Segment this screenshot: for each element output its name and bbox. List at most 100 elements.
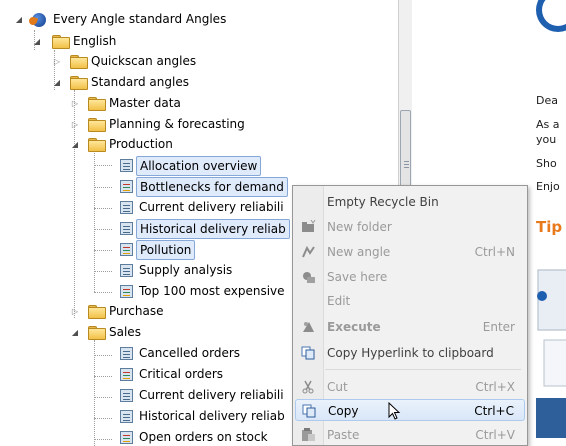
tree-leaf-angle[interactable]: Cancelled orders bbox=[0, 344, 300, 364]
menu-item-new-folder[interactable]: New folder bbox=[295, 216, 525, 238]
tree-leaf-angle[interactable]: Current delivery reliabili bbox=[0, 198, 300, 218]
folder-icon bbox=[70, 55, 88, 69]
tree-leaf-angle[interactable]: Allocation overview bbox=[0, 156, 300, 176]
folder-icon bbox=[88, 138, 106, 152]
folder-icon bbox=[52, 35, 70, 49]
welcome-text-line: you bbox=[536, 133, 557, 146]
angle-icon bbox=[120, 285, 133, 298]
menu-item-label: Save here bbox=[327, 270, 388, 284]
angle-icon bbox=[120, 389, 133, 402]
collapse-icon[interactable]: ◢ bbox=[70, 328, 80, 338]
expand-icon[interactable]: ▷ bbox=[52, 57, 62, 67]
tree-leaf-angle[interactable]: Historical delivery reliab bbox=[0, 219, 300, 239]
collapse-icon[interactable]: ◢ bbox=[70, 140, 80, 150]
tree-leaf-angle[interactable]: Top 100 most expensive bbox=[0, 282, 300, 302]
tree-leaf-angle[interactable]: Open orders on stock bbox=[0, 428, 300, 446]
menu-item-label: Cut bbox=[327, 380, 348, 394]
angle-icon bbox=[120, 201, 133, 214]
tree-leaf-label: Critical orders bbox=[139, 367, 224, 381]
angle-icon bbox=[120, 264, 133, 277]
folder-icon bbox=[70, 76, 88, 90]
menu-item-shortcut: Ctrl+X bbox=[475, 380, 515, 394]
menu-item-label: Copy Hyperlink to clipboard bbox=[327, 346, 494, 360]
tree-leaf-angle[interactable]: Supply analysis bbox=[0, 261, 300, 281]
welcome-text-line: Enjo bbox=[536, 180, 560, 193]
tree-node-label: Every Angle standard Angles bbox=[53, 12, 227, 26]
tree-leaf-angle[interactable]: Historical delivery reliab bbox=[0, 407, 300, 427]
menu-item-empty-recycle-bin[interactable]: Empty Recycle Bin bbox=[295, 191, 525, 213]
tree-node-label: Master data bbox=[109, 96, 181, 110]
expand-icon[interactable]: ▷ bbox=[70, 99, 80, 109]
tree-node-root[interactable]: ◢ Every Angle standard Angles bbox=[0, 10, 300, 30]
tree-node-planning[interactable]: ▷ Planning & forecasting bbox=[0, 115, 300, 135]
menu-item-shortcut: Ctrl+C bbox=[474, 404, 514, 418]
tree-leaf-angle[interactable]: Critical orders bbox=[0, 365, 300, 385]
execute-icon bbox=[303, 322, 314, 332]
expand-icon[interactable]: ▷ bbox=[70, 307, 80, 317]
folder-icon bbox=[88, 305, 106, 319]
content-panel: Dea As a you Sho Enjo Tip bbox=[532, 0, 566, 446]
tree-node-quickscan[interactable]: ▷ Quickscan angles bbox=[0, 52, 300, 72]
angle-icon bbox=[120, 159, 133, 172]
angle-icon bbox=[120, 222, 133, 235]
angle-icon bbox=[120, 347, 133, 360]
menu-item-edit[interactable]: Edit bbox=[295, 290, 525, 312]
menu-item-execute[interactable]: Execute Enter bbox=[295, 316, 525, 338]
tree-leaf-label: Cancelled orders bbox=[139, 346, 241, 360]
tree-leaf-label: Pollution bbox=[136, 240, 196, 260]
menu-item-copy-hyperlink[interactable]: Copy Hyperlink to clipboard bbox=[295, 342, 525, 364]
tree-leaf-label: Current delivery reliabili bbox=[139, 200, 284, 214]
tips-heading: Tip bbox=[536, 218, 563, 236]
tree-leaf-label: Historical delivery reliab bbox=[139, 409, 285, 423]
tree-leaf-angle[interactable]: Current delivery reliabili bbox=[0, 386, 300, 406]
menu-item-shortcut: Ctrl+V bbox=[475, 428, 515, 442]
welcome-text-line: Sho bbox=[536, 157, 557, 170]
expand-icon[interactable]: ▷ bbox=[70, 120, 80, 130]
globe-icon bbox=[32, 13, 46, 27]
copy-hyperlink-icon bbox=[301, 346, 315, 360]
tree-node-label: Planning & forecasting bbox=[109, 117, 245, 131]
menu-item-label: Paste bbox=[327, 428, 360, 442]
menu-item-label: New folder bbox=[327, 220, 392, 234]
tree-node-master-data[interactable]: ▷ Master data bbox=[0, 94, 300, 114]
menu-item-label: Edit bbox=[327, 294, 351, 308]
menu-item-new-angle[interactable]: New angle Ctrl+N bbox=[295, 241, 525, 263]
angle-icon bbox=[120, 243, 133, 256]
save-here-icon bbox=[303, 272, 315, 283]
tree-leaf-angle[interactable]: Pollution bbox=[0, 240, 300, 260]
menu-item-cut[interactable]: Cut Ctrl+X bbox=[295, 376, 525, 398]
angle-icon bbox=[120, 410, 133, 423]
menu-item-label: Execute bbox=[327, 320, 381, 334]
angle-icon bbox=[120, 431, 133, 444]
folder-icon bbox=[88, 326, 106, 340]
tree-leaf-label: Top 100 most expensive bbox=[139, 284, 285, 298]
collapse-icon[interactable]: ◢ bbox=[14, 15, 24, 25]
menu-item-label: Empty Recycle Bin bbox=[327, 195, 439, 209]
mouse-pointer-icon bbox=[388, 402, 401, 420]
tree-leaf-angle[interactable]: Bottlenecks for demand bbox=[0, 177, 300, 197]
tree-node-sales[interactable]: ◢ Sales bbox=[0, 323, 300, 343]
tree-node-purchase[interactable]: ▷ Purchase bbox=[0, 302, 300, 322]
tree-node-label: Production bbox=[109, 137, 173, 151]
menu-item-paste[interactable]: Paste Ctrl+V bbox=[295, 424, 525, 446]
tree-node-standard-angles[interactable]: ◢ Standard angles bbox=[0, 73, 300, 93]
folder-icon bbox=[88, 118, 106, 132]
collapse-icon[interactable]: ◢ bbox=[32, 37, 42, 47]
tree-node-production[interactable]: ◢ Production bbox=[0, 135, 300, 155]
menu-item-save-here[interactable]: Save here bbox=[295, 266, 525, 288]
tree-leaf-label: Bottlenecks for demand bbox=[136, 177, 288, 197]
folder-icon bbox=[88, 97, 106, 111]
scissors-icon bbox=[302, 380, 314, 394]
menu-item-copy[interactable]: Copy Ctrl+C bbox=[295, 399, 525, 421]
tree-node-label: Purchase bbox=[109, 304, 164, 318]
tree-node-label: Quickscan angles bbox=[91, 54, 197, 68]
menu-separator bbox=[325, 369, 521, 370]
welcome-text-line: Dea bbox=[536, 94, 558, 107]
collapse-icon[interactable]: ◢ bbox=[52, 78, 62, 88]
tree-leaf-label: Supply analysis bbox=[139, 263, 233, 277]
globe-logo-icon bbox=[536, 0, 566, 32]
tip-illustration-icon bbox=[536, 269, 566, 438]
tree-node-label: English bbox=[73, 34, 117, 48]
welcome-text-line: As a bbox=[536, 118, 560, 131]
tree-node-english[interactable]: ◢ English bbox=[0, 32, 300, 52]
